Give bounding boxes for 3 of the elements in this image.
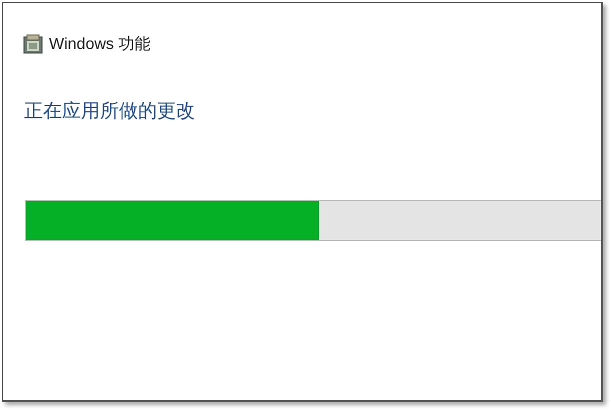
status-heading: 正在应用所做的更改 [24, 99, 196, 124]
window-title: Windows 功能 [49, 34, 150, 54]
window-icon [23, 34, 43, 54]
